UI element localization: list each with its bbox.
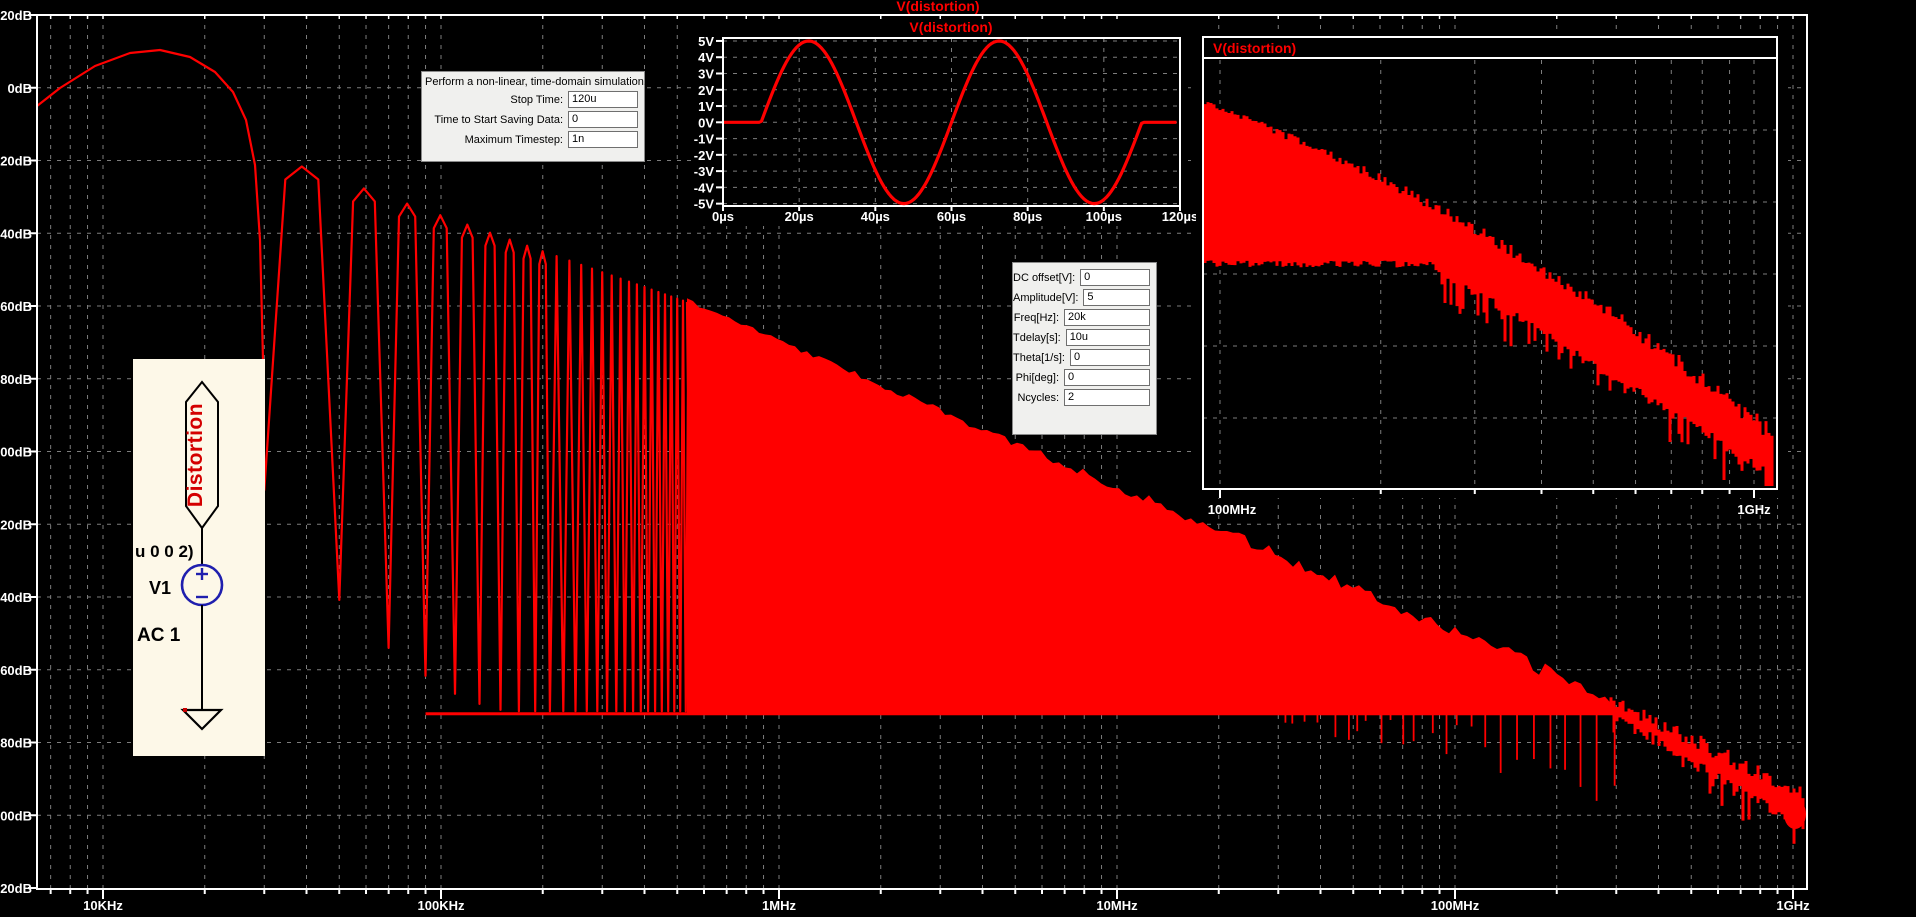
sine-param-label: Amplitude[V]:: [1013, 291, 1079, 304]
time-inset-pane[interactable]: 0µs 20µs 40µs 60µs 80µs 100µs 120µs 5V4V3V 2V1V0…: [693, 19, 1198, 226]
start-saving-field[interactable]: 0: [568, 111, 638, 128]
time-x-label: 60µs: [937, 209, 966, 224]
sine-param-row-0: DC offset[V]: 0: [1013, 269, 1150, 286]
main-y-label: -180dB: [0, 736, 32, 751]
waveform-plot-canvas[interactable]: 20dB 0dB -20dB -40dB -60dB -80dB -100dB -120dB -…: [0, 0, 1916, 917]
time-y-label: -1V: [694, 132, 715, 147]
main-y-label: -160dB: [0, 663, 32, 678]
sine-source-dialog: DC offset[V]: 0 Amplitude[V]: 5 Freq[Hz]: 20k…: [1012, 262, 1157, 435]
sine-param-field[interactable]: 0: [1069, 349, 1150, 366]
sine-param-row-5: Phi[deg]: 0: [1013, 369, 1150, 386]
sine-param-row-4: Theta[1/s]: 0: [1013, 349, 1150, 366]
sine-param-row-6: Ncycles: 2: [1013, 389, 1150, 406]
main-y-label: -40dB: [0, 226, 32, 241]
ltspice-waveform-window: 20dB 0dB -20dB -40dB -60dB -80dB -100dB -120dB -…: [0, 0, 1916, 917]
main-y-label: -20dB: [0, 154, 32, 169]
main-y-label: 0dB: [7, 81, 32, 96]
sine-param-field[interactable]: 20k: [1064, 309, 1150, 326]
stop-time-label: Stop Time:: [510, 93, 563, 106]
time-x-label: 40µs: [861, 209, 890, 224]
main-y-label: -60dB: [0, 299, 32, 314]
main-x-label: 100MHz: [1431, 898, 1480, 913]
start-saving-row: Time to Start Saving Data: 0: [422, 111, 638, 128]
sine-param-field[interactable]: 5: [1083, 289, 1150, 306]
sine-param-row-3: Tdelay[s]: 10u: [1013, 329, 1150, 346]
main-plot-title[interactable]: V(distortion): [896, 0, 979, 14]
junction-dot: [183, 708, 187, 712]
stop-time-field[interactable]: 120u: [568, 91, 638, 108]
main-y-label: 20dB: [0, 8, 32, 23]
time-x-label: 100µs: [1086, 209, 1122, 224]
sine-param-row-2: Freq[Hz]: 20k: [1013, 309, 1150, 326]
sine-param-label: Ncycles:: [1017, 391, 1059, 404]
time-y-label: 5V: [698, 34, 714, 49]
sine-param-field[interactable]: 10u: [1065, 329, 1150, 346]
main-y-axis-labels[interactable]: 20dB 0dB -20dB -40dB -60dB -80dB -100dB -120dB -…: [0, 8, 32, 896]
main-x-label: 1MHz: [762, 898, 796, 913]
time-y-label: 4V: [698, 50, 714, 65]
freq-inset-pane[interactable]: V(distortion) 100MHz 1GHz: [1196, 30, 1788, 517]
schematic-panel[interactable]: Distortion u 0 0 2) V1 AC 1: [133, 359, 265, 756]
time-y-label: -3V: [694, 164, 715, 179]
net-label-distortion[interactable]: Distortion: [184, 403, 207, 507]
main-x-axis-labels[interactable]: 10KHz 100KHz 1MHz 10MHz 100MHz 1GHz: [83, 898, 1810, 913]
sine-param-field[interactable]: 2: [1064, 389, 1150, 406]
time-y-label: 1V: [698, 99, 714, 114]
sine-param-label: Theta[1/s]:: [1013, 351, 1065, 364]
main-y-label: -140dB: [0, 590, 32, 605]
time-x-label: 20µs: [785, 209, 814, 224]
main-y-label: -80dB: [0, 372, 32, 387]
main-y-label: -120dB: [0, 517, 32, 532]
main-y-label: -100dB: [0, 445, 32, 460]
main-y-label: -200dB: [0, 808, 32, 823]
main-x-label: 100KHz: [418, 898, 465, 913]
sine-param-row-1: Amplitude[V]: 5: [1013, 289, 1150, 306]
max-timestep-label: Maximum Timestep:: [464, 133, 563, 146]
time-inset-title[interactable]: V(distortion): [909, 19, 992, 35]
freq-inset-title[interactable]: V(distortion): [1213, 40, 1296, 56]
time-y-label: -4V: [694, 180, 715, 195]
sine-param-field[interactable]: 0: [1064, 369, 1150, 386]
designator-v1[interactable]: V1: [149, 578, 171, 598]
sine-param-label: Freq[Hz]:: [1013, 311, 1059, 324]
spice-params-clipped-text: u 0 0 2): [135, 542, 194, 561]
time-x-label: 80µs: [1013, 209, 1042, 224]
time-y-label: -5V: [694, 197, 715, 212]
sine-param-label: Tdelay[s]:: [1013, 331, 1061, 344]
freq-inset-label-100mhz: 100MHz: [1208, 502, 1257, 517]
main-x-label: 10KHz: [83, 898, 123, 913]
main-x-label: 10MHz: [1096, 898, 1138, 913]
freq-inset-label-1ghz: 1GHz: [1737, 502, 1771, 517]
time-y-label: 2V: [698, 83, 714, 98]
sine-param-label: DC offset[V]:: [1013, 271, 1076, 284]
tran-dialog-title: Perform a non-linear, time-domain simula…: [425, 76, 647, 88]
max-timestep-field[interactable]: 1n: [568, 131, 638, 148]
time-y-label: 0V: [698, 115, 714, 130]
time-x-label: 120µs: [1162, 209, 1198, 224]
time-inset-background: [693, 20, 1188, 226]
ac-directive[interactable]: AC 1: [137, 625, 181, 646]
max-timestep-row: Maximum Timestep: 1n: [422, 131, 638, 148]
stop-time-row: Stop Time: 120u: [422, 91, 638, 108]
main-y-label: -220dB: [0, 881, 32, 896]
time-x-label: 0µs: [712, 209, 734, 224]
sine-param-label: Phi[deg]:: [1015, 371, 1059, 384]
main-x-label: 1GHz: [1776, 898, 1810, 913]
time-y-label: 3V: [698, 66, 714, 81]
start-saving-label: Time to Start Saving Data:: [434, 113, 563, 126]
tran-simulation-dialog: Perform a non-linear, time-domain simula…: [421, 71, 647, 162]
sine-param-field[interactable]: 0: [1080, 269, 1150, 286]
time-y-label: -2V: [694, 148, 715, 163]
